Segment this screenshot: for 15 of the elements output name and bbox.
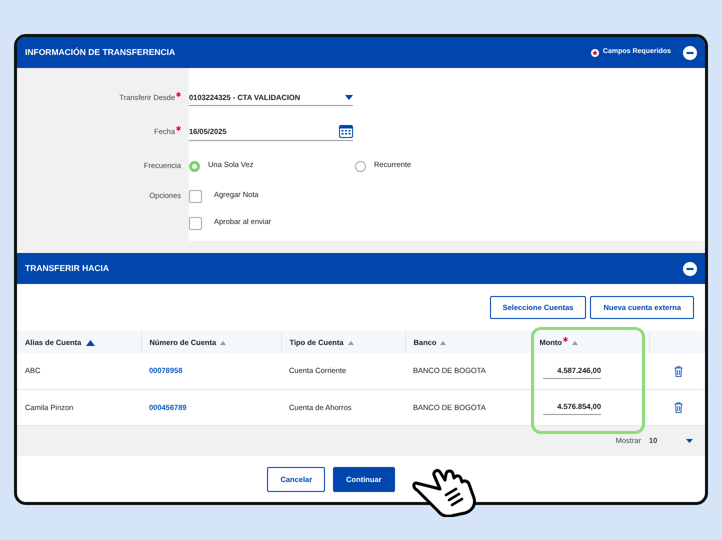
section-title: INFORMACIÓN DE TRANSFERENCIA	[25, 46, 176, 59]
calendar-icon[interactable]	[339, 125, 353, 138]
collapse-icon[interactable]	[683, 262, 697, 276]
trash-icon[interactable]	[674, 366, 682, 377]
radio-button[interactable]	[189, 160, 200, 172]
trash-icon[interactable]	[674, 402, 682, 413]
required-star-icon	[590, 48, 599, 56]
section-title: TRANSFERIR HACIA	[25, 262, 110, 275]
caret-icon	[686, 438, 693, 443]
checkbox[interactable]	[189, 190, 202, 203]
sort-icon[interactable]	[86, 340, 96, 346]
collapse-icon[interactable]	[683, 46, 697, 60]
caret-icon	[345, 95, 353, 100]
radio-button[interactable]	[355, 160, 366, 172]
checkbox[interactable]	[189, 217, 202, 230]
